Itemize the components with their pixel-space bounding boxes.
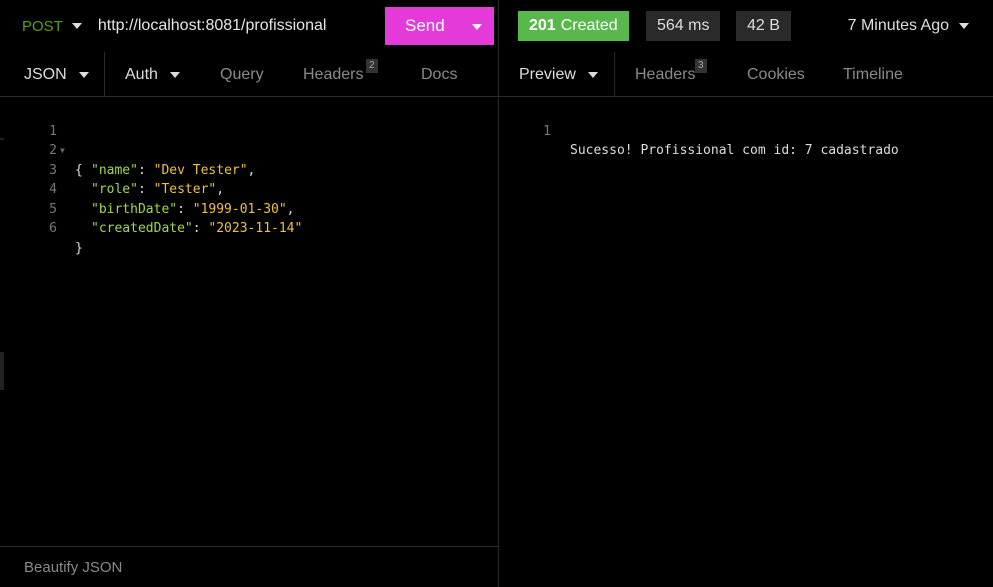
scroll-gutter (0, 352, 4, 390)
response-size-badge: 42 B (736, 11, 791, 41)
response-pane: 201 Created 564 ms 42 B 7 Minutes Ago Pr… (499, 0, 993, 587)
response-preview: 1 Sucesso! Profissional com id: 7 cadast… (499, 97, 993, 159)
tab-preview[interactable]: Preview (499, 52, 615, 97)
tab-response-headers[interactable]: Headers 3 (615, 52, 727, 97)
tab-label: JSON (24, 65, 67, 83)
tab-auth[interactable]: Auth (105, 52, 190, 97)
code-line: 6 } (0, 200, 498, 256)
line-number: 1 (543, 123, 551, 139)
line-number: 6 (49, 221, 57, 236)
tab-label: Query (220, 65, 264, 83)
beautify-json-button[interactable]: Beautify JSON (24, 559, 122, 576)
headers-count-badge: 2 (366, 59, 378, 73)
chevron-down-icon (169, 71, 180, 78)
tab-timeline[interactable]: Timeline (827, 52, 927, 97)
send-label: Send (405, 16, 445, 35)
status-text: Created (560, 17, 618, 34)
tab-label: Headers (635, 65, 696, 83)
method-dropdown[interactable]: POST (0, 0, 82, 52)
chevron-down-icon (959, 23, 969, 29)
tab-label: Headers (303, 65, 364, 83)
status-code: 201 (529, 17, 556, 34)
tab-docs[interactable]: Docs (405, 52, 485, 97)
tab-label: Preview (519, 65, 576, 83)
json-key: "createdDate" (91, 221, 193, 236)
tab-label: Timeline (843, 65, 903, 83)
json-body-editor[interactable]: 1 ▼ { 2 "name": "Dev Tester", 3 "role": … (0, 97, 498, 547)
tab-query[interactable]: Query (190, 52, 289, 97)
code-line: 1 ▼ { (0, 102, 498, 178)
chevron-down-icon (472, 23, 482, 30)
code-line: 2 "name": "Dev Tester", (0, 122, 498, 178)
method-label: POST (22, 17, 63, 35)
tab-label: Docs (421, 65, 458, 83)
tab-headers[interactable]: Headers 2 (289, 52, 405, 97)
time-ago-label: 7 Minutes Ago (847, 17, 949, 34)
json-value: "2023-11-14" (208, 221, 303, 236)
chevron-down-icon (71, 23, 82, 29)
request-pane: POST http://localhost:8081/profissional … (0, 0, 499, 587)
tab-json[interactable]: JSON (0, 52, 105, 97)
code-line: 3 "role": "Tester", (0, 141, 498, 198)
code-line: 1 Sucesso! Profissional com id: 7 cadast… (499, 102, 993, 159)
headers-count-badge: 3 (695, 59, 707, 73)
status-badge: 201 Created (518, 11, 629, 41)
response-status-bar: 201 Created 564 ms 42 B 7 Minutes Ago (499, 0, 993, 52)
divider (0, 138, 4, 140)
chevron-down-icon (78, 71, 89, 78)
chevron-down-icon (587, 71, 598, 78)
tab-cookies[interactable]: Cookies (727, 52, 827, 97)
close-brace: } (75, 240, 83, 256)
tab-label: Cookies (747, 65, 805, 83)
response-time-badge: 564 ms (646, 11, 721, 41)
response-body-text: Sucesso! Profissional com id: 7 cadastra… (570, 143, 899, 158)
history-dropdown[interactable]: 7 Minutes Ago (848, 11, 969, 41)
tab-label: Auth (125, 65, 158, 83)
code-line: 5 "createdDate": "2023-11-14" (0, 180, 498, 237)
response-tabs: Preview Headers 3 Cookies Timeline (499, 52, 993, 97)
request-tabs: JSON Auth Query Headers 2 Docs (0, 52, 498, 97)
editor-footer: Beautify JSON (0, 546, 498, 587)
code-line: 4 "birthDate": "1999-01-30", (0, 161, 498, 217)
json-colon: : (192, 221, 209, 236)
send-button[interactable]: Send (385, 7, 494, 45)
send-options-button[interactable] (460, 19, 494, 33)
